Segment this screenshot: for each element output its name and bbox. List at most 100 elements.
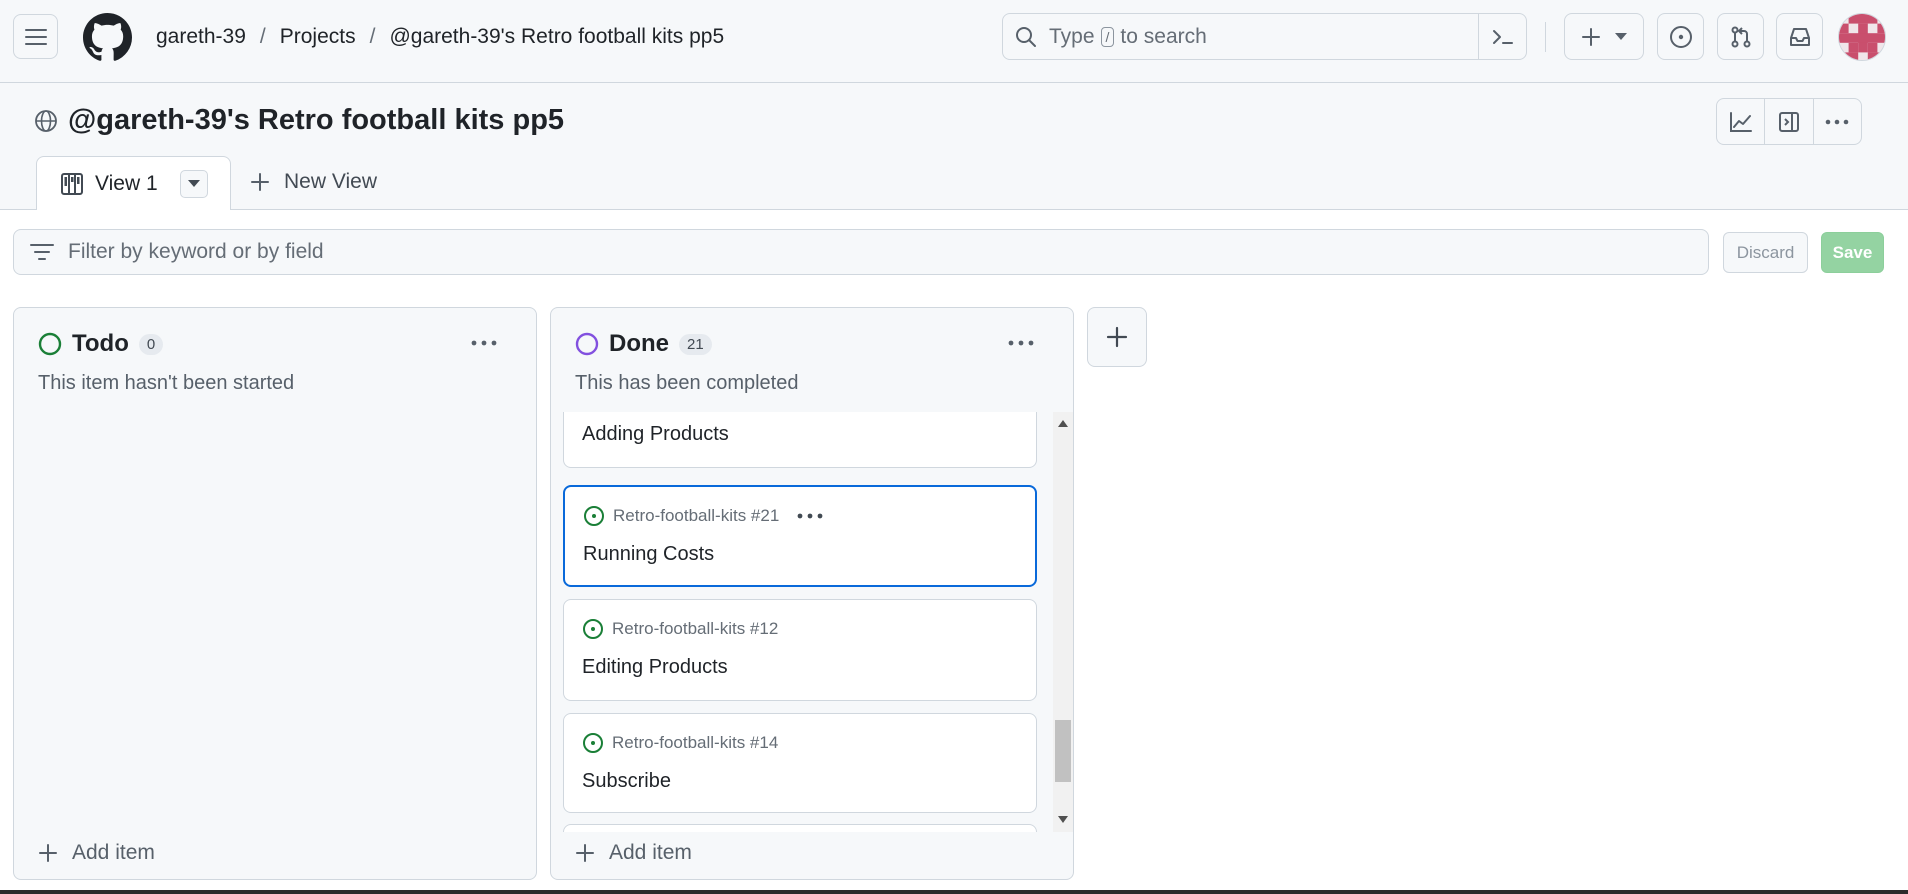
new-view-label: New View — [284, 170, 377, 193]
globe-icon — [35, 109, 57, 132]
graph-icon — [1729, 111, 1752, 132]
card-title[interactable]: Adding Products — [582, 423, 729, 446]
create-new-button[interactable] — [1564, 13, 1644, 60]
inbox-button[interactable] — [1776, 13, 1823, 60]
tab-label: View 1 — [95, 171, 158, 195]
global-header: gareth-39 / Projects / @gareth-39's Retr… — [0, 0, 1908, 83]
search-placeholder: Type / to search — [1049, 25, 1207, 49]
command-palette-button[interactable] — [1478, 14, 1526, 59]
scroll-down-arrow-icon[interactable] — [1058, 816, 1068, 824]
status-circle-icon — [38, 332, 62, 356]
plus-icon — [251, 173, 269, 191]
project-more-button[interactable] — [1814, 99, 1861, 144]
card-reference[interactable]: Retro-football-kits #14 — [612, 733, 778, 753]
card-meta: Retro-football-kits #14 — [582, 732, 778, 754]
filter-bar — [13, 229, 1709, 275]
issue-opened-icon — [583, 619, 603, 639]
issue-opened-icon — [584, 506, 604, 526]
search-placeholder-after: to search — [1120, 24, 1207, 48]
board-card[interactable]: Adding Products — [563, 412, 1037, 468]
search-placeholder-before: Type — [1049, 24, 1095, 48]
card-meta: Retro-football-kits #21 — [583, 505, 823, 527]
window-bottom-edge — [0, 890, 1908, 894]
new-view-button[interactable]: New View — [250, 170, 377, 194]
column-title: Todo — [72, 330, 129, 357]
card-reference[interactable]: Retro-football-kits #21 — [613, 506, 779, 526]
status-circle-icon — [575, 332, 599, 356]
github-logo-icon[interactable] — [83, 13, 132, 62]
plus-icon — [39, 844, 57, 862]
column-menu-button[interactable] — [468, 330, 500, 356]
board-card[interactable]: Retro-football-kits #12 Editing Products — [563, 599, 1037, 701]
breadcrumb-project[interactable]: @gareth-39's Retro football kits pp5 — [389, 25, 724, 49]
scrollbar-thumb[interactable] — [1055, 720, 1071, 782]
add-item-label: Add item — [72, 841, 155, 864]
page-title: @gareth-39's Retro football kits pp5 — [68, 104, 565, 136]
plus-icon — [576, 844, 594, 862]
card-title[interactable]: Subscribe — [582, 770, 671, 793]
pull-request-icon — [1731, 26, 1750, 47]
sidebar-expand-icon — [1778, 111, 1799, 132]
filter-input[interactable] — [68, 240, 1568, 264]
plus-icon — [1582, 27, 1600, 46]
avatar[interactable] — [1838, 13, 1886, 61]
filter-icon — [30, 244, 54, 260]
add-item-button[interactable]: Add item — [38, 841, 155, 865]
board-column-todo: Todo 0 This item hasn't been started Add… — [13, 307, 537, 880]
kebab-horizontal-icon — [1008, 340, 1034, 346]
column-header: Done 21 — [575, 330, 712, 358]
hamburger-icon — [24, 28, 47, 45]
kebab-horizontal-icon — [797, 513, 823, 519]
card-title[interactable]: Editing Products — [582, 656, 728, 679]
pull-requests-button[interactable] — [1717, 13, 1764, 60]
kebab-horizontal-icon — [1826, 119, 1849, 124]
breadcrumb: gareth-39 / Projects / @gareth-39's Retr… — [156, 22, 724, 52]
card-list-scrollbar[interactable] — [1053, 412, 1073, 832]
column-menu-button[interactable] — [1005, 330, 1037, 356]
menu-button[interactable] — [13, 14, 58, 59]
search-input[interactable]: Type / to search — [1002, 13, 1527, 60]
board-card[interactable]: Retro-football-kits #21 Running Costs — [563, 485, 1037, 587]
plus-icon — [1106, 326, 1128, 348]
card-title[interactable]: Running Costs — [583, 543, 714, 566]
view-options-button[interactable] — [179, 169, 208, 198]
insights-button[interactable] — [1717, 99, 1766, 144]
caret-down-icon — [1615, 32, 1627, 40]
search-icon — [1016, 26, 1036, 47]
board-card[interactable]: Retro-football-kits #14 Subscribe — [563, 713, 1037, 813]
discard-button[interactable]: Discard — [1723, 232, 1808, 273]
column-header: Todo 0 — [38, 330, 164, 358]
card-list: Adding Products Retro-football-kits #21 … — [563, 412, 1061, 832]
search-shortcut-key: / — [1100, 26, 1115, 47]
board-layout-icon — [61, 172, 83, 195]
kebab-horizontal-icon — [471, 340, 497, 346]
add-column-button[interactable] — [1087, 307, 1147, 367]
command-palette-icon — [1492, 29, 1513, 44]
board-column-done: Done 21 This has been completed Adding P… — [550, 307, 1074, 880]
column-count-badge: 0 — [138, 333, 164, 355]
identicon-icon — [1839, 14, 1885, 60]
issue-opened-icon — [583, 733, 603, 753]
scroll-up-arrow-icon[interactable] — [1058, 420, 1068, 428]
issues-button[interactable] — [1657, 13, 1704, 60]
save-button[interactable]: Save — [1821, 232, 1884, 273]
breadcrumb-separator: / — [369, 25, 376, 48]
board-card[interactable] — [563, 824, 1037, 832]
card-menu-button[interactable] — [797, 513, 823, 519]
add-item-label: Add item — [609, 841, 692, 864]
card-meta: Retro-football-kits #12 — [582, 618, 778, 640]
column-description: This item hasn't been started — [38, 372, 295, 394]
project-actions — [1716, 98, 1862, 145]
triangle-down-icon — [187, 179, 200, 187]
breadcrumb-owner[interactable]: gareth-39 — [156, 25, 246, 49]
column-description: This has been completed — [575, 372, 799, 394]
add-item-button[interactable]: Add item — [575, 841, 692, 865]
tabs-underline — [0, 209, 1908, 210]
side-panel-button[interactable] — [1765, 99, 1814, 144]
issue-opened-icon — [1669, 25, 1692, 48]
column-title: Done — [609, 330, 669, 357]
card-reference[interactable]: Retro-football-kits #12 — [612, 619, 778, 639]
breadcrumb-projects[interactable]: Projects — [280, 25, 356, 49]
tab-view-1[interactable]: View 1 — [36, 156, 231, 210]
project-title-row: @gareth-39's Retro football kits pp5 — [34, 104, 564, 137]
